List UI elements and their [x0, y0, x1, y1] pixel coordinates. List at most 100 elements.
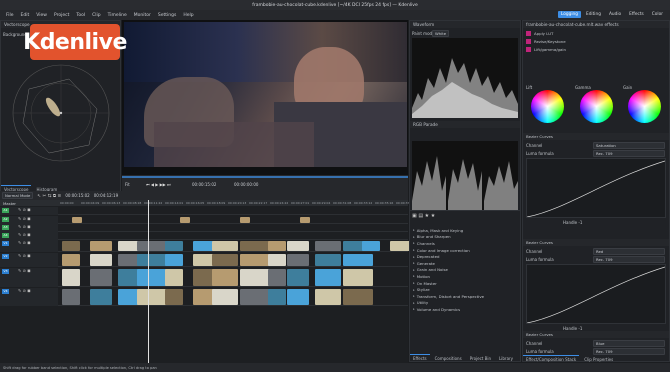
track-name[interactable]: A1 [2, 208, 9, 213]
timeline-clip[interactable] [90, 254, 112, 266]
track-name[interactable]: V4 [2, 289, 9, 294]
curve-graph[interactable] [526, 264, 666, 324]
timeline-track[interactable]: V1 ✎ ⊘ ◼ [0, 240, 412, 252]
menu-view[interactable]: View [36, 13, 47, 18]
timeline-clip[interactable] [287, 241, 309, 251]
timeline-clip[interactable] [300, 217, 310, 223]
timeline-clip[interactable] [62, 289, 80, 305]
curve-effect-header[interactable]: Bezier Curves [523, 239, 669, 246]
menu-settings[interactable]: Settings [158, 13, 176, 18]
expand-arrow-icon[interactable]: ▸ [413, 255, 415, 259]
timeline-track[interactable]: A4 ✎ ⊘ ◼ [0, 232, 408, 240]
timeline-clip[interactable] [287, 289, 309, 305]
timeline-clip[interactable] [240, 254, 270, 266]
expand-arrow-icon[interactable]: ▸ [413, 307, 415, 311]
effect-category[interactable]: ▸ Alpha, Mask and Keying [410, 227, 520, 234]
tool-icons[interactable]: ↖ ✂ ⇆ ⧉ ≡ [37, 193, 61, 199]
timeline-clip[interactable] [268, 289, 286, 305]
expand-arrow-icon[interactable]: ▸ [413, 268, 415, 272]
paint-mode-select[interactable]: White [432, 30, 450, 37]
channel-select[interactable]: Saturation [593, 142, 665, 149]
menu-tool[interactable]: Tool [76, 13, 85, 18]
timeline-ruler[interactable]: Master 00:00:00 00:00:04:09 00:00:06:13 00:… [0, 200, 414, 206]
tab-project-bin[interactable]: Project Bin [467, 354, 494, 362]
effects-toolbar-icons[interactable]: ▣ ▤ ★ ★ [412, 213, 435, 219]
timeline-clip[interactable] [268, 269, 286, 286]
timeline-clip[interactable] [287, 269, 309, 286]
monitor-timecode-in[interactable]: 00:00:15:02 [192, 182, 216, 187]
tab-effect-stack[interactable]: Effect/Composition Stack [523, 355, 580, 363]
menu-timeline[interactable]: Timeline [108, 13, 127, 18]
expand-arrow-icon[interactable]: ▸ [413, 228, 415, 232]
effect-category[interactable]: ▸ Utility [410, 300, 520, 307]
track-name[interactable]: A4 [2, 233, 9, 238]
timeline-clip[interactable] [165, 254, 183, 266]
expand-arrow-icon[interactable]: ▸ [413, 288, 415, 292]
track-controls-icon[interactable]: ✎ ⊘ ◼ [18, 216, 31, 221]
timeline-clip[interactable] [212, 269, 238, 286]
effect-stack-item[interactable]: Apply LUT [523, 29, 669, 37]
timeline-clip[interactable] [315, 269, 341, 286]
track-controls-icon[interactable]: ✎ ⊘ ◼ [18, 268, 31, 273]
timeline-clip[interactable] [62, 269, 80, 286]
layout-color[interactable]: Color [649, 11, 666, 18]
timeline-clip[interactable] [240, 269, 270, 286]
timeline-clip[interactable] [137, 289, 167, 305]
timeline-clip[interactable] [212, 289, 238, 305]
effect-category[interactable]: ▸ Deprecated [410, 253, 520, 260]
timeline-track[interactable]: V3 ✎ ⊘ ◼ [0, 268, 408, 287]
play-controls-icon[interactable]: ⏮ ◀ ▶ ▶▶ ⏭ [146, 182, 171, 187]
timeline-track[interactable]: A2 ✎ ⊘ ◼ [0, 216, 408, 224]
menu-monitor[interactable]: Monitor [134, 13, 151, 18]
effect-category[interactable]: ▸ Channels [410, 240, 520, 247]
timeline-clip[interactable] [72, 217, 82, 223]
timeline-clip[interactable] [268, 241, 286, 251]
lift-color-wheel[interactable] [531, 90, 564, 123]
timeline-clip[interactable] [362, 241, 380, 251]
timeline-clip[interactable] [212, 254, 238, 266]
channel-select[interactable]: Red [593, 248, 665, 255]
timeline-clip[interactable] [165, 241, 183, 251]
track-name[interactable]: A2 [2, 217, 9, 222]
layout-effects[interactable]: Effects [626, 11, 647, 18]
menu-edit[interactable]: Edit [21, 13, 30, 18]
effect-stack-item[interactable]: Rezise/Keystone [523, 37, 669, 45]
expand-arrow-icon[interactable]: ▸ [413, 301, 415, 305]
timeline-clip[interactable] [137, 241, 167, 251]
expand-arrow-icon[interactable]: ▸ [413, 261, 415, 265]
track-name[interactable]: V3 [2, 269, 9, 274]
timeline-track[interactable]: A3 ✎ ⊘ ◼ [0, 224, 408, 232]
timeline-clip[interactable] [137, 269, 167, 286]
menu-file[interactable]: File [6, 13, 14, 18]
timeline-clip[interactable] [90, 289, 112, 305]
effect-category[interactable]: ▸ Generate [410, 260, 520, 267]
effect-stack-item[interactable]: Lift/gamma/gain [523, 45, 669, 53]
effect-category[interactable]: ▸ Blur and Sharpen [410, 234, 520, 241]
expand-arrow-icon[interactable]: ▸ [413, 248, 415, 252]
timeline-clip[interactable] [343, 254, 373, 266]
timeline-track[interactable]: V4 ✎ ⊘ ◼ [0, 288, 408, 306]
menu-help[interactable]: Help [183, 13, 193, 18]
effect-category[interactable]: ▸ Volume and Dynamics [410, 306, 520, 313]
track-name[interactable]: V2 [2, 254, 9, 259]
timeline-clip[interactable] [62, 241, 80, 251]
effect-category[interactable]: ▸ Grain and Noise [410, 267, 520, 274]
timeline-clip[interactable] [343, 289, 373, 305]
timeline-clip[interactable] [165, 269, 183, 286]
tab-effects[interactable]: Effects [410, 354, 430, 362]
tab-clip-properties[interactable]: Clip Properties [581, 355, 616, 363]
track-controls-icon[interactable]: ✎ ⊘ ◼ [18, 232, 31, 237]
curve-effect-header[interactable]: Bezier Curves [523, 331, 669, 338]
track-controls-icon[interactable]: ✎ ⊘ ◼ [18, 240, 31, 245]
luma-formula-select[interactable]: Rec. 709 [593, 348, 665, 355]
timeline-clip[interactable] [165, 289, 183, 305]
timeline-clip[interactable] [90, 241, 112, 251]
expand-arrow-icon[interactable]: ▸ [413, 281, 415, 285]
timeline-clip[interactable] [62, 254, 80, 266]
layout-editing[interactable]: Editing [583, 11, 604, 18]
tab-compositions[interactable]: Compositions [432, 354, 465, 362]
track-controls-icon[interactable]: ✎ ⊘ ◼ [18, 253, 31, 258]
track-controls-icon[interactable]: ✎ ⊘ ◼ [18, 224, 31, 229]
expand-arrow-icon[interactable]: ▸ [413, 241, 415, 245]
track-name[interactable]: V1 [2, 241, 9, 246]
